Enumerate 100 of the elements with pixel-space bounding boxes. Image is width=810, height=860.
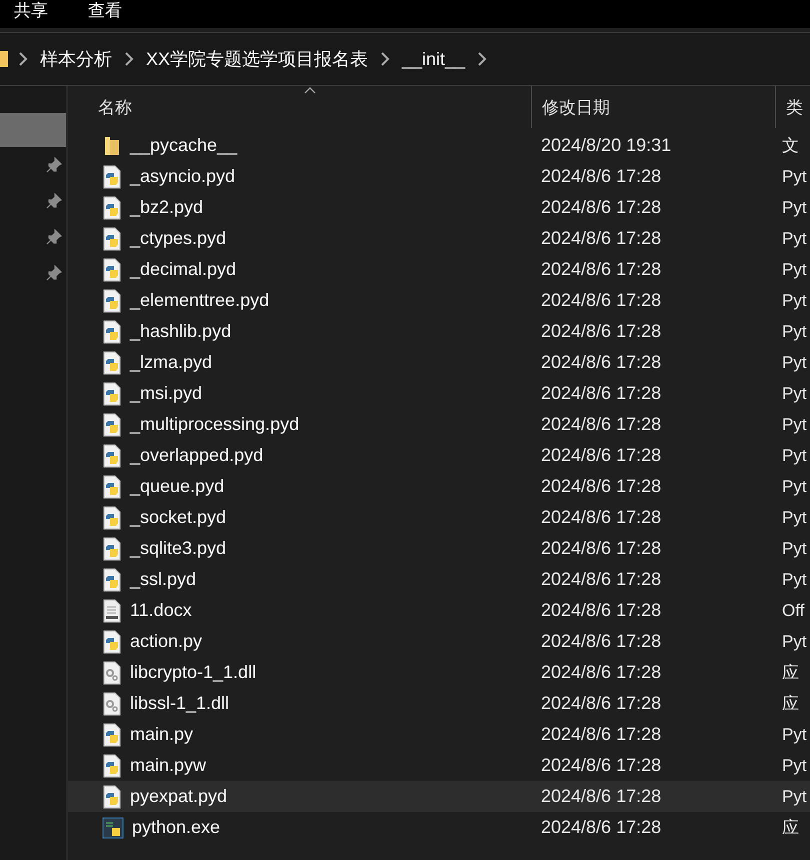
file-name: libssl-1_1.dll [130, 693, 230, 714]
pin-icon[interactable] [46, 229, 62, 245]
modified-date: 2024/8/20 19:31 [540, 135, 672, 156]
file-row[interactable]: _lzma.pyd 2024/8/6 17:28 Pyt [68, 347, 810, 378]
file-type: Pyt [781, 756, 808, 776]
file-name: libcrypto-1_1.dll [130, 662, 256, 683]
file-type: Pyt [781, 260, 808, 280]
file-row[interactable]: _multiprocessing.pyd 2024/8/6 17:28 Pyt [68, 409, 810, 440]
modified-date: 2024/8/6 17:28 [540, 445, 662, 466]
modified-date: 2024/8/6 17:28 [540, 476, 662, 497]
python-file-icon [102, 784, 122, 808]
file-name: 11.docx [130, 600, 192, 621]
folder-icon [102, 134, 122, 156]
file-row[interactable]: __pycache__ 2024/8/20 19:31 文 [68, 130, 810, 161]
menu-item[interactable]: 共享 [14, 0, 48, 21]
gear-file-icon [102, 660, 122, 684]
modified-date: 2024/8/6 17:28 [540, 414, 662, 435]
file-row[interactable]: action.py 2024/8/6 17:28 Pyt [68, 626, 810, 657]
breadcrumb-item[interactable]: __init__ [398, 48, 470, 70]
file-row[interactable]: libssl-1_1.dll 2024/8/6 17:28 应 [68, 688, 810, 719]
python-file-icon [102, 630, 122, 654]
chevron-right-icon[interactable] [124, 52, 134, 66]
file-name: _sqlite3.pyd [130, 538, 226, 559]
column-header[interactable]: 名称 [68, 86, 531, 128]
file-name: _multiprocessing.pyd [130, 414, 300, 435]
file-row[interactable]: _decimal.pyd 2024/8/6 17:28 Pyt [68, 254, 810, 285]
modified-date: 2024/8/6 17:28 [540, 197, 662, 218]
modified-date: 2024/8/6 17:28 [540, 786, 662, 807]
modified-date: 2024/8/6 17:28 [540, 383, 662, 404]
file-type: Pyt [781, 786, 808, 806]
python-file-icon [102, 320, 122, 344]
file-row[interactable]: _sqlite3.pyd 2024/8/6 17:28 Pyt [68, 533, 810, 564]
file-type: Pyt [781, 414, 808, 434]
modified-date: 2024/8/6 17:28 [540, 755, 662, 776]
python-file-icon [102, 350, 122, 374]
modified-date: 2024/8/6 17:28 [540, 600, 662, 621]
pin-icon[interactable] [46, 157, 62, 173]
file-name: _queue.pyd [130, 476, 224, 497]
column-header[interactable]: 类 [775, 86, 810, 128]
file-row[interactable]: main.pyw 2024/8/6 17:28 Pyt [68, 750, 810, 781]
file-row[interactable]: libcrypto-1_1.dll 2024/8/6 17:28 应 [68, 657, 810, 688]
file-name: _lzma.pyd [130, 352, 212, 373]
file-type: Pyt [781, 198, 808, 218]
modified-date: 2024/8/6 17:28 [540, 352, 662, 373]
document-icon [102, 598, 122, 622]
file-row[interactable]: 11.docx 2024/8/6 17:28 Off [68, 595, 810, 626]
file-row[interactable]: _overlapped.pyd 2024/8/6 17:28 Pyt [68, 440, 810, 471]
file-name: _msi.pyd [130, 383, 202, 404]
modified-date: 2024/8/6 17:28 [540, 507, 662, 528]
gear-file-icon [102, 692, 122, 716]
file-type: 应 [781, 817, 800, 839]
file-type: 应 [781, 693, 800, 715]
chevron-right-icon[interactable] [477, 52, 488, 66]
modified-date: 2024/8/6 17:28 [540, 228, 662, 249]
breadcrumb-item[interactable]: 样本分析 [36, 47, 116, 71]
modified-date: 2024/8/6 17:28 [540, 569, 662, 590]
file-row[interactable]: _ssl.pyd 2024/8/6 17:28 Pyt [68, 564, 810, 595]
file-type: Pyt [781, 228, 808, 248]
file-type: Pyt [781, 632, 808, 652]
file-row[interactable]: _msi.pyd 2024/8/6 17:28 Pyt [68, 378, 810, 409]
python-file-icon [102, 474, 122, 498]
python-file-icon [102, 164, 122, 188]
file-row[interactable]: _asyncio.pyd 2024/8/6 17:28 Pyt [68, 161, 810, 192]
chevron-right-icon[interactable] [380, 52, 390, 66]
breadcrumb-item[interactable]: XX学院专题选学项目报名表 [142, 47, 372, 71]
file-row[interactable]: _queue.pyd 2024/8/6 17:28 Pyt [68, 471, 810, 502]
modified-date: 2024/8/6 17:28 [540, 259, 662, 280]
modified-date: 2024/8/6 17:28 [540, 817, 662, 838]
file-name: _ctypes.pyd [130, 228, 226, 249]
file-type: Pyt [781, 570, 808, 590]
file-row[interactable]: _elementtree.pyd 2024/8/6 17:28 Pyt [68, 285, 810, 316]
file-row[interactable]: python.exe 2024/8/6 17:28 应 [68, 812, 810, 843]
python-file-icon [102, 288, 122, 312]
file-name: _asyncio.pyd [130, 166, 236, 187]
pin-icon[interactable] [46, 265, 62, 281]
modified-date: 2024/8/6 17:28 [540, 538, 662, 559]
modified-date: 2024/8/6 17:28 [540, 321, 662, 342]
file-name: _overlapped.pyd [130, 445, 264, 466]
python-file-icon [102, 258, 122, 282]
file-type: Pyt [781, 476, 808, 496]
python-file-icon [102, 568, 122, 592]
file-row[interactable]: _ctypes.pyd 2024/8/6 17:28 Pyt [68, 223, 810, 254]
python-file-icon [102, 506, 122, 530]
file-row[interactable]: pyexpat.pyd 2024/8/6 17:28 Pyt [68, 781, 810, 812]
chevron-right-icon[interactable] [18, 52, 28, 66]
folder-icon[interactable] [0, 49, 10, 69]
column-header[interactable]: 修改日期 [531, 86, 775, 128]
file-type: Off [781, 600, 806, 620]
pin-icon[interactable] [46, 193, 62, 209]
file-row[interactable]: _socket.pyd 2024/8/6 17:28 Pyt [68, 502, 810, 533]
file-row[interactable]: _hashlib.pyd 2024/8/6 17:28 Pyt [68, 316, 810, 347]
file-name: __pycache__ [130, 135, 238, 156]
file-row[interactable]: _bz2.pyd 2024/8/6 17:28 Pyt [68, 192, 810, 223]
menu-item[interactable]: 查看 [88, 0, 122, 21]
file-row[interactable]: main.py 2024/8/6 17:28 Pyt [68, 719, 810, 750]
program-window-icon [102, 816, 124, 838]
file-name: _ssl.pyd [130, 569, 196, 590]
modified-date: 2024/8/6 17:28 [540, 290, 662, 311]
file-name: action.py [130, 631, 202, 652]
modified-date: 2024/8/6 17:28 [540, 693, 662, 714]
